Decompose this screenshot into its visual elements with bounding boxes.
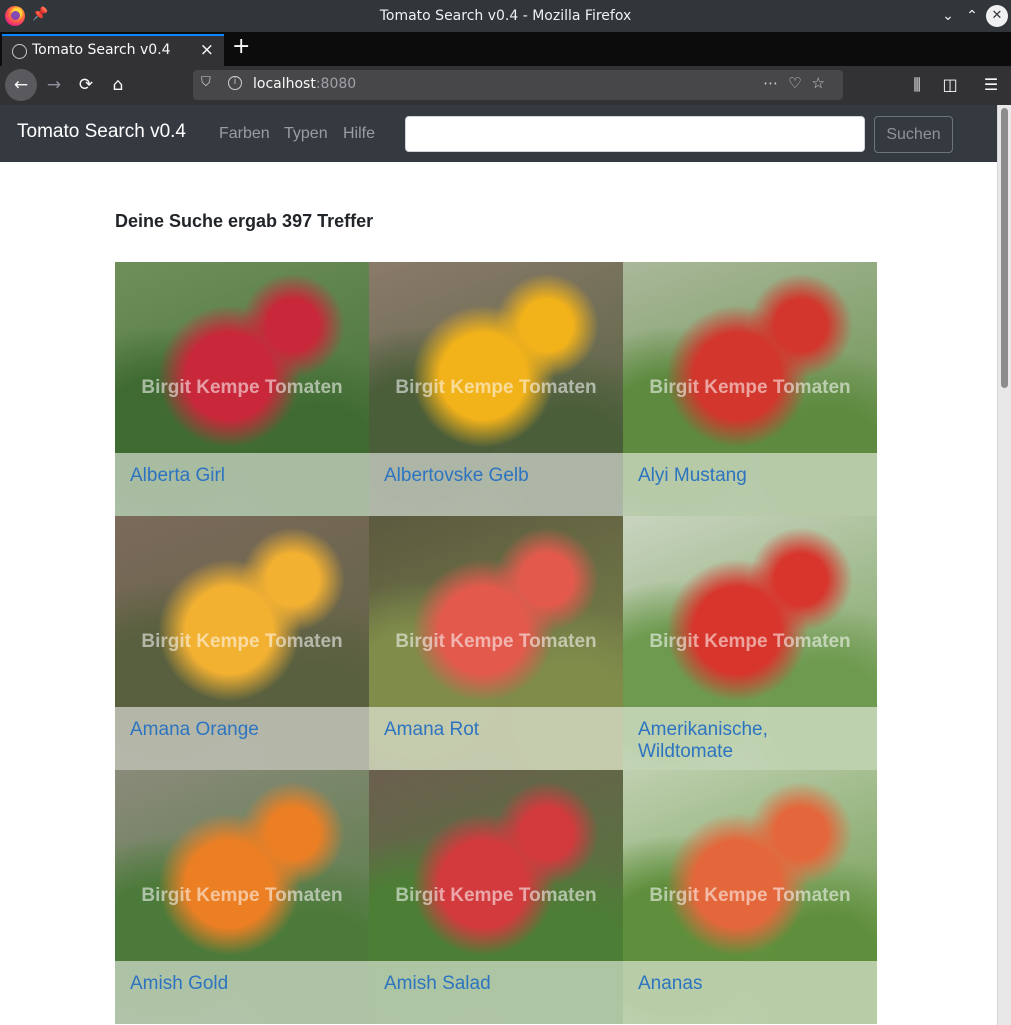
result-card[interactable]: Birgit Kempe Tomaten Ananas	[623, 770, 877, 1024]
variety-name-link[interactable]: Amerikanische, Wildtomate	[638, 719, 867, 763]
navigation-toolbar: ← → ⟳ ⌂ ⛉ i localhost:8080 ⋯♡☆ ⫼ ◫ ☰	[0, 66, 1011, 105]
card-caption: Amerikanische, Wildtomate	[623, 707, 877, 770]
card-caption: Amana Rot	[369, 707, 623, 770]
menu-hamburger-icon[interactable]: ☰	[976, 70, 1006, 100]
card-caption: Amish Salad	[369, 961, 623, 1024]
url-bar[interactable]: ⛉ i localhost:8080 ⋯♡☆	[193, 70, 843, 100]
app-navbar: Tomato Search v0.4 Farben Typen Hilfe Su…	[0, 105, 997, 162]
nav-link-hilfe[interactable]: Hilfe	[343, 125, 375, 143]
url-host: localhost	[253, 76, 316, 92]
search-input[interactable]	[405, 116, 865, 152]
tab-label: Tomato Search v0.4	[32, 42, 171, 58]
variety-name-link[interactable]: Alberta Girl	[130, 465, 359, 487]
watermark: Birgit Kempe Tomaten	[395, 377, 597, 398]
variety-name-link[interactable]: Amish Gold	[130, 973, 359, 995]
result-card[interactable]: Birgit Kempe Tomaten Alyi Mustang	[623, 262, 877, 516]
pocket-icon[interactable]: ♡	[788, 74, 811, 92]
shield-icon[interactable]: ⛉	[201, 75, 211, 90]
result-count-heading: Deine Suche ergab 397 Treffer	[115, 211, 374, 231]
watermark: Birgit Kempe Tomaten	[395, 631, 597, 652]
page-viewport: Tomato Search v0.4 Farben Typen Hilfe Su…	[0, 105, 1011, 1025]
watermark: Birgit Kempe Tomaten	[649, 377, 851, 398]
watermark: Birgit Kempe Tomaten	[141, 377, 343, 398]
firefox-window: 📌 Tomato Search v0.4 - Mozilla Firefox ⌄…	[0, 0, 1011, 1025]
bookmark-star-icon[interactable]: ☆	[812, 74, 835, 92]
info-icon[interactable]: i	[228, 76, 242, 90]
new-tab-icon[interactable]: +	[232, 34, 250, 59]
page-actions[interactable]: ⋯♡☆	[763, 74, 835, 92]
minimize-icon[interactable]: ⌄	[937, 5, 959, 27]
watermark: Birgit Kempe Tomaten	[649, 631, 851, 652]
variety-name-link[interactable]: Amana Rot	[384, 719, 613, 741]
result-card[interactable]: Birgit Kempe Tomaten Amana Rot	[369, 516, 623, 770]
result-card[interactable]: Birgit Kempe Tomaten Albertovske Gelb	[369, 262, 623, 516]
page-scrollbar[interactable]	[997, 105, 1011, 1025]
nav-link-farben[interactable]: Farben	[219, 125, 270, 143]
result-card[interactable]: Birgit Kempe Tomaten Alberta Girl	[115, 262, 369, 516]
library-icon[interactable]: ⫼	[902, 70, 932, 100]
url-port: :8080	[315, 76, 357, 92]
card-caption: Albertovske Gelb	[369, 453, 623, 516]
card-caption: Alberta Girl	[115, 453, 369, 516]
maximize-icon[interactable]: ⌃	[961, 5, 983, 27]
result-card[interactable]: Birgit Kempe Tomaten Amish Gold	[115, 770, 369, 1024]
search-button[interactable]: Suchen	[874, 116, 953, 153]
card-caption: Amish Gold	[115, 961, 369, 1024]
variety-name-link[interactable]: Ananas	[638, 973, 867, 995]
more-actions-icon[interactable]: ⋯	[763, 74, 788, 92]
result-card[interactable]: Birgit Kempe Tomaten Amish Salad	[369, 770, 623, 1024]
reload-icon[interactable]: ⟳	[70, 69, 102, 101]
back-arrow-icon[interactable]: ←	[5, 69, 37, 101]
variety-name-link[interactable]: Amish Salad	[384, 973, 613, 995]
tab-strip: Tomato Search v0.4 × +	[0, 32, 1011, 66]
watermark: Birgit Kempe Tomaten	[141, 885, 343, 906]
variety-name-link[interactable]: Alyi Mustang	[638, 465, 867, 487]
card-caption: Alyi Mustang	[623, 453, 877, 516]
scrollbar-thumb[interactable]	[1001, 108, 1008, 388]
tomato-favicon-icon	[12, 44, 27, 59]
card-caption: Amana Orange	[115, 707, 369, 770]
result-grid: Birgit Kempe Tomaten Alberta Girl Birgit K…	[115, 262, 877, 1024]
variety-name-link[interactable]: Amana Orange	[130, 719, 359, 741]
card-caption: Ananas	[623, 961, 877, 1024]
nav-link-typen[interactable]: Typen	[284, 125, 328, 143]
tab-tomato-search[interactable]: Tomato Search v0.4 ×	[2, 34, 224, 66]
watermark: Birgit Kempe Tomaten	[649, 885, 851, 906]
app-brand[interactable]: Tomato Search v0.4	[17, 121, 186, 143]
window-title: Tomato Search v0.4 - Mozilla Firefox	[379, 8, 632, 24]
result-card[interactable]: Birgit Kempe Tomaten Amana Orange	[115, 516, 369, 770]
close-window-icon[interactable]: ✕	[986, 5, 1008, 27]
result-card[interactable]: Birgit Kempe Tomaten Amerikanische, Wildt…	[623, 516, 877, 770]
sidebar-icon[interactable]: ◫	[935, 70, 965, 100]
title-bar: 📌 Tomato Search v0.4 - Mozilla Firefox ⌄…	[0, 0, 1011, 32]
url-text[interactable]: localhost:8080	[253, 76, 356, 92]
watermark: Birgit Kempe Tomaten	[395, 885, 597, 906]
forward-arrow-icon[interactable]: →	[38, 69, 70, 101]
variety-name-link[interactable]: Albertovske Gelb	[384, 465, 613, 487]
close-tab-icon[interactable]: ×	[200, 40, 214, 60]
watermark: Birgit Kempe Tomaten	[141, 631, 343, 652]
home-icon[interactable]: ⌂	[102, 69, 134, 101]
